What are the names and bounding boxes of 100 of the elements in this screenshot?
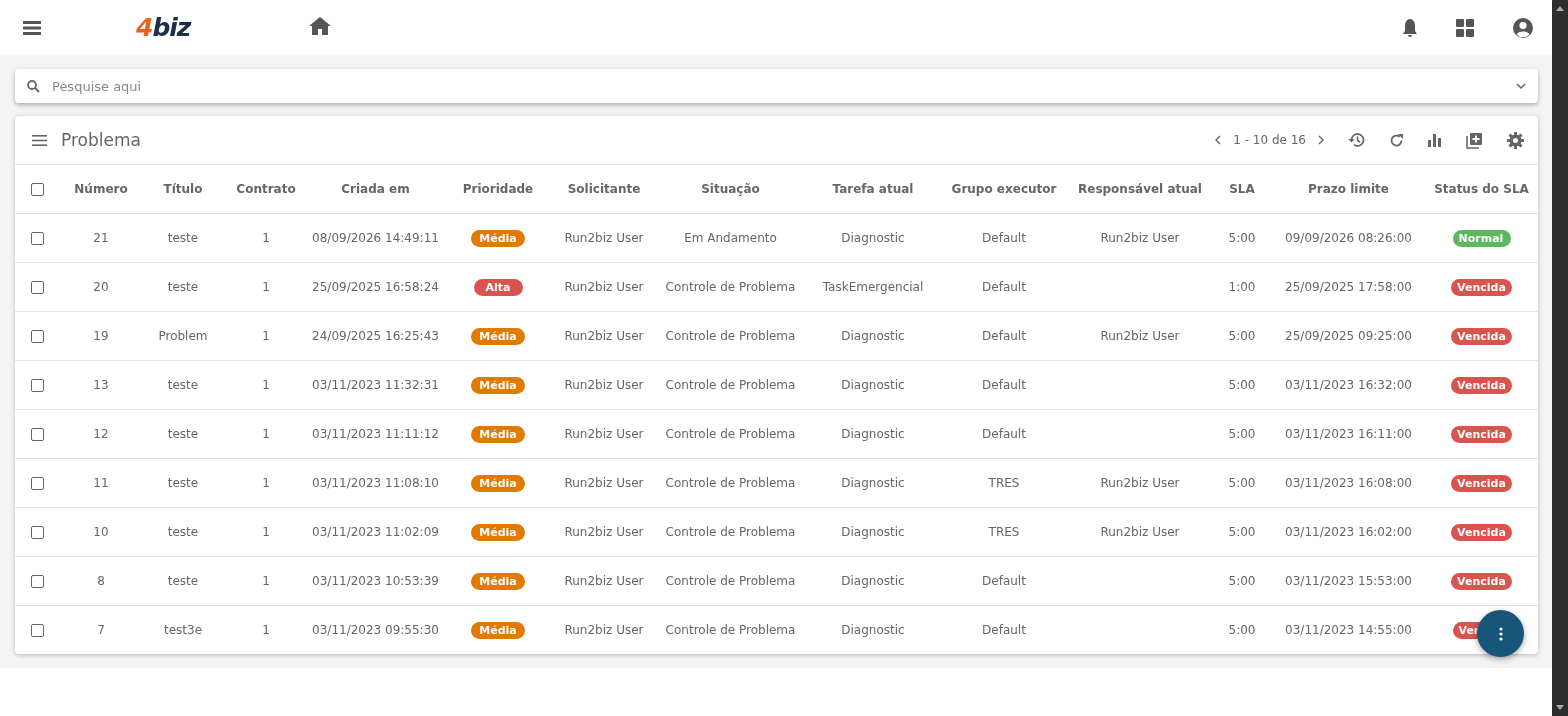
priority-badge: Média [471, 523, 525, 541]
checkbox[interactable] [31, 379, 44, 392]
column-header[interactable]: Número [60, 165, 142, 214]
table-cell: 5:00 [1212, 409, 1272, 459]
chevron-left-icon[interactable] [1215, 135, 1222, 145]
table-cell: Diagnostic [806, 213, 940, 263]
column-header[interactable]: Tarefa atual [806, 165, 940, 214]
sla-status-badge: Vencida [1451, 278, 1512, 296]
table-cell: Run2biz User [553, 311, 655, 361]
table-cell: Controle de Problema [655, 605, 806, 654]
table-cell: Run2biz User [553, 458, 655, 508]
table-cell: Run2biz User [1068, 213, 1212, 263]
column-header[interactable]: Título [142, 165, 224, 214]
column-header[interactable]: Contrato [224, 165, 308, 214]
search-icon [27, 79, 40, 93]
table-cell: 03/11/2023 14:55:00 [1272, 605, 1425, 654]
table-cell: Default [940, 262, 1068, 312]
table-cell: 7 [60, 605, 142, 654]
table-cell: Run2biz User [553, 556, 655, 606]
column-header[interactable]: Grupo executor [940, 165, 1068, 214]
logo[interactable]: 4biz [136, 13, 191, 42]
menu-icon[interactable] [23, 20, 41, 35]
checkbox[interactable] [31, 183, 44, 196]
table-cell: Run2biz User [553, 262, 655, 312]
table-cell: 5:00 [1212, 458, 1272, 508]
table-cell: 1 [224, 409, 308, 459]
search-bar[interactable]: Pesquise aqui [15, 69, 1538, 103]
column-header[interactable]: Prioridade [443, 165, 553, 214]
column-header[interactable]: Status do SLA [1425, 165, 1538, 214]
table-cell: 1 [224, 213, 308, 263]
priority-badge: Média [471, 229, 525, 247]
table-cell: 09/09/2026 08:26:00 [1272, 213, 1425, 263]
table-cell: 5:00 [1212, 556, 1272, 606]
table-cell: 13 [60, 360, 142, 410]
table-cell: 03/11/2023 11:02:09 [308, 507, 443, 557]
chevron-down-icon[interactable] [1516, 83, 1526, 89]
table-cell: 24/09/2025 16:25:43 [308, 311, 443, 361]
refresh-icon[interactable] [1389, 132, 1404, 148]
checkbox[interactable] [31, 624, 44, 637]
table-cell: Problem [142, 311, 224, 361]
add-library-icon[interactable] [1466, 131, 1483, 149]
sla-status-badge: Vencida [1451, 425, 1512, 443]
table-cell: Run2biz User [553, 409, 655, 459]
sla-status-badge: Vencida [1451, 523, 1512, 541]
scroll-up-icon[interactable] [1556, 6, 1564, 11]
priority-badge: Média [471, 572, 525, 590]
scroll-down-icon[interactable] [1556, 705, 1564, 710]
table-cell: Run2biz User [553, 507, 655, 557]
settings-icon[interactable] [1507, 131, 1524, 149]
history-icon[interactable] [1348, 132, 1365, 148]
checkbox[interactable] [31, 330, 44, 343]
notification-icon[interactable] [1402, 17, 1418, 38]
sla-status-badge: Vencida [1451, 376, 1512, 394]
checkbox[interactable] [31, 428, 44, 441]
table-cell: 8 [60, 556, 142, 606]
column-header[interactable]: Situação [655, 165, 806, 214]
table-cell: 03/11/2023 15:53:00 [1272, 556, 1425, 606]
table-cell: 5:00 [1212, 507, 1272, 557]
menu-icon[interactable] [32, 134, 47, 146]
checkbox[interactable] [31, 281, 44, 294]
column-header[interactable]: Solicitante [553, 165, 655, 214]
checkbox[interactable] [31, 526, 44, 539]
table-cell: 5:00 [1212, 311, 1272, 361]
table-cell: Run2biz User [1068, 458, 1212, 508]
checkbox[interactable] [31, 575, 44, 588]
column-header[interactable]: SLA [1212, 165, 1272, 214]
table-cell: Diagnostic [806, 507, 940, 557]
chevron-right-icon[interactable] [1318, 135, 1324, 145]
table-cell: 25/09/2025 16:58:24 [308, 262, 443, 312]
column-header[interactable]: Responsável atual [1068, 165, 1212, 214]
table-cell: TRES [940, 458, 1068, 508]
sla-status-badge: Normal [1452, 229, 1511, 247]
more-vertical-icon [1498, 626, 1503, 641]
column-header[interactable]: Criada em [308, 165, 443, 214]
search-input[interactable]: Pesquise aqui [50, 77, 1516, 95]
table-cell: 1 [224, 605, 308, 654]
table-cell: teste [142, 262, 224, 312]
table-cell: 03/11/2023 16:08:00 [1272, 458, 1425, 508]
table-cell: 5:00 [1212, 213, 1272, 263]
checkbox[interactable] [31, 477, 44, 490]
priority-badge: Média [471, 425, 525, 443]
table-cell: teste [142, 360, 224, 410]
table-cell: TRES [940, 507, 1068, 557]
table-cell: Default [940, 311, 1068, 361]
home-icon[interactable] [308, 15, 333, 36]
table-cell: TaskEmergencial [806, 262, 940, 312]
table-cell: Run2biz User [553, 360, 655, 410]
table-cell: Diagnostic [806, 409, 940, 459]
table-cell: 25/09/2025 09:25:00 [1272, 311, 1425, 361]
table-cell: Controle de Problema [655, 507, 806, 557]
apps-grid-icon[interactable] [1456, 18, 1474, 37]
bar-chart-icon[interactable] [1428, 133, 1442, 147]
column-header[interactable]: Prazo limite [1272, 165, 1425, 214]
table-cell: 03/11/2023 11:32:31 [308, 360, 443, 410]
priority-badge: Alta [473, 278, 523, 296]
table-cell: 1 [224, 311, 308, 361]
user-avatar-icon[interactable] [1512, 16, 1534, 39]
checkbox[interactable] [31, 232, 44, 245]
table-cell: 21 [60, 213, 142, 263]
table-cell: 1 [224, 458, 308, 508]
